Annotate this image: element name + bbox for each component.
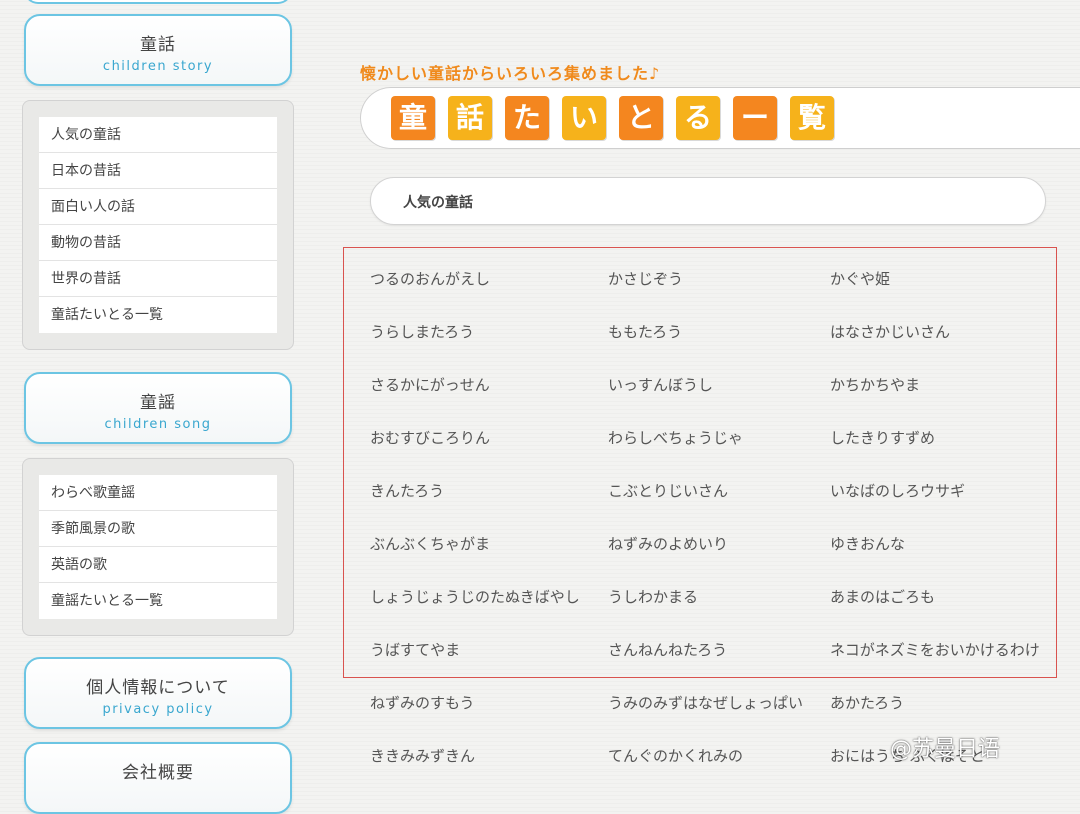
list-row: ねずみのすもう うみのみずはなぜしょっぱい あかたろう (370, 676, 1070, 729)
story-link[interactable]: うばすてやま (370, 639, 460, 660)
title-char: と (619, 96, 663, 140)
menu-item[interactable]: 童謡たいとる一覧 (39, 583, 277, 619)
category-title: 個人情報について (86, 678, 230, 698)
story-menu: 人気の童話 日本の昔話 面白い人の話 動物の昔話 世界の昔話 童話たいとる一覧 (22, 100, 294, 350)
page-title-banner: 童 話 た い と る ー 覧 (360, 87, 1080, 149)
menu-item[interactable]: 人気の童話 (39, 117, 277, 153)
category-title: 童謡 (140, 393, 176, 413)
list-row: きんたろう こぶとりじいさん いなばのしろウサギ (370, 464, 1070, 517)
story-link[interactable]: いなばのしろウサギ (830, 480, 965, 501)
category-subtitle: children song (104, 417, 212, 432)
story-link[interactable]: ネコがネズミをおいかけるわけ (830, 639, 1040, 660)
menu-item[interactable]: 英語の歌 (39, 547, 277, 583)
song-menu: わらべ歌童謡 季節風景の歌 英語の歌 童謡たいとる一覧 (22, 458, 294, 636)
title-char: い (562, 96, 606, 140)
title-char: た (505, 96, 549, 140)
story-link[interactable]: ねずみのよめいり (608, 533, 728, 554)
menu-item[interactable]: わらべ歌童謡 (39, 475, 277, 511)
page-title: 童 話 た い と る ー 覧 (391, 96, 847, 140)
category-header-song[interactable]: 童謡 children song (24, 372, 292, 444)
sidebar: 童話 children story 人気の童話 日本の昔話 面白い人の話 動物の… (0, 0, 310, 814)
category-subtitle: children story (102, 59, 214, 74)
category-header-privacy[interactable]: 個人情報について privacy policy (24, 657, 292, 729)
story-link[interactable]: ゆきおんな (830, 533, 905, 554)
list-row: うばすてやま さんねんねたろう ネコがネズミをおいかけるわけ (370, 623, 1070, 676)
menu-item[interactable]: 童話たいとる一覧 (39, 297, 277, 333)
story-link[interactable]: うらしまたろう (370, 321, 474, 342)
list-row: おむすびころりん わらしべちょうじゃ したきりすずめ (370, 411, 1070, 464)
story-link[interactable]: かさじぞう (608, 268, 683, 289)
list-row: さるかにがっせん いっすんぼうし かちかちやま (370, 358, 1070, 411)
category-title: 童話 (140, 35, 176, 55)
story-link[interactable]: いっすんぼうし (608, 374, 713, 395)
story-link[interactable]: さるかにがっせん (370, 374, 490, 395)
watermark: @苏曼日语 (890, 737, 1001, 762)
menu-item[interactable]: 季節風景の歌 (39, 511, 277, 547)
title-char: る (676, 96, 720, 140)
section-title: 人気の童話 (403, 195, 473, 211)
title-char: 童 (391, 96, 435, 140)
story-link[interactable]: はなさかじいさん (830, 321, 950, 342)
category-subtitle: privacy policy (102, 702, 214, 717)
section-header: 人気の童話 (370, 177, 1046, 225)
story-link[interactable]: ききみみずきん (370, 745, 475, 766)
story-link[interactable]: きんたろう (370, 480, 444, 501)
title-char: 話 (448, 96, 492, 140)
list-row: つるのおんがえし かさじぞう かぐや姫 (370, 252, 1070, 305)
story-link[interactable]: あまのはごろも (830, 586, 935, 607)
category-header-previous[interactable] (24, 0, 292, 4)
story-link[interactable]: さんねんねたろう (608, 639, 727, 660)
story-link[interactable]: うしわかまる (608, 586, 698, 607)
story-link[interactable]: かちかちやま (830, 374, 920, 395)
story-link[interactable]: ももたろう (608, 321, 682, 342)
category-title: 会社概要 (122, 763, 194, 783)
list-row: しょうじょうじのたぬきばやし うしわかまる あまのはごろも (370, 570, 1070, 623)
menu-item[interactable]: 動物の昔話 (39, 225, 277, 261)
title-char: ー (733, 96, 777, 140)
story-link[interactable]: わらしべちょうじゃ (608, 427, 743, 448)
story-link[interactable]: しょうじょうじのたぬきばやし (370, 586, 580, 607)
story-link[interactable]: てんぐのかくれみの (608, 745, 743, 766)
list-row: うらしまたろう ももたろう はなさかじいさん (370, 305, 1070, 358)
story-title-list: つるのおんがえし かさじぞう かぐや姫 うらしまたろう ももたろう はなさかじい… (370, 252, 1070, 782)
menu-item[interactable]: 面白い人の話 (39, 189, 277, 225)
story-link[interactable]: あかたろう (830, 692, 904, 713)
story-link[interactable]: おむすびころりん (370, 427, 490, 448)
story-link[interactable]: かぐや姫 (830, 268, 890, 289)
tagline: 懐かしい童話からいろいろ集めました♪ (360, 64, 661, 83)
list-row: ぶんぶくちゃがま ねずみのよめいり ゆきおんな (370, 517, 1070, 570)
story-link[interactable]: うみのみずはなぜしょっぱい (608, 692, 803, 713)
menu-item[interactable]: 日本の昔話 (39, 153, 277, 189)
story-link[interactable]: つるのおんがえし (370, 268, 490, 289)
category-header-company[interactable]: 会社概要 (24, 742, 292, 814)
title-char: 覧 (790, 96, 834, 140)
story-link[interactable]: したきりすずめ (830, 427, 935, 448)
story-link[interactable]: こぶとりじいさん (608, 480, 728, 501)
story-link[interactable]: ねずみのすもう (370, 692, 475, 713)
category-header-story[interactable]: 童話 children story (24, 14, 292, 86)
story-link[interactable]: ぶんぶくちゃがま (370, 533, 490, 554)
menu-item[interactable]: 世界の昔話 (39, 261, 277, 297)
